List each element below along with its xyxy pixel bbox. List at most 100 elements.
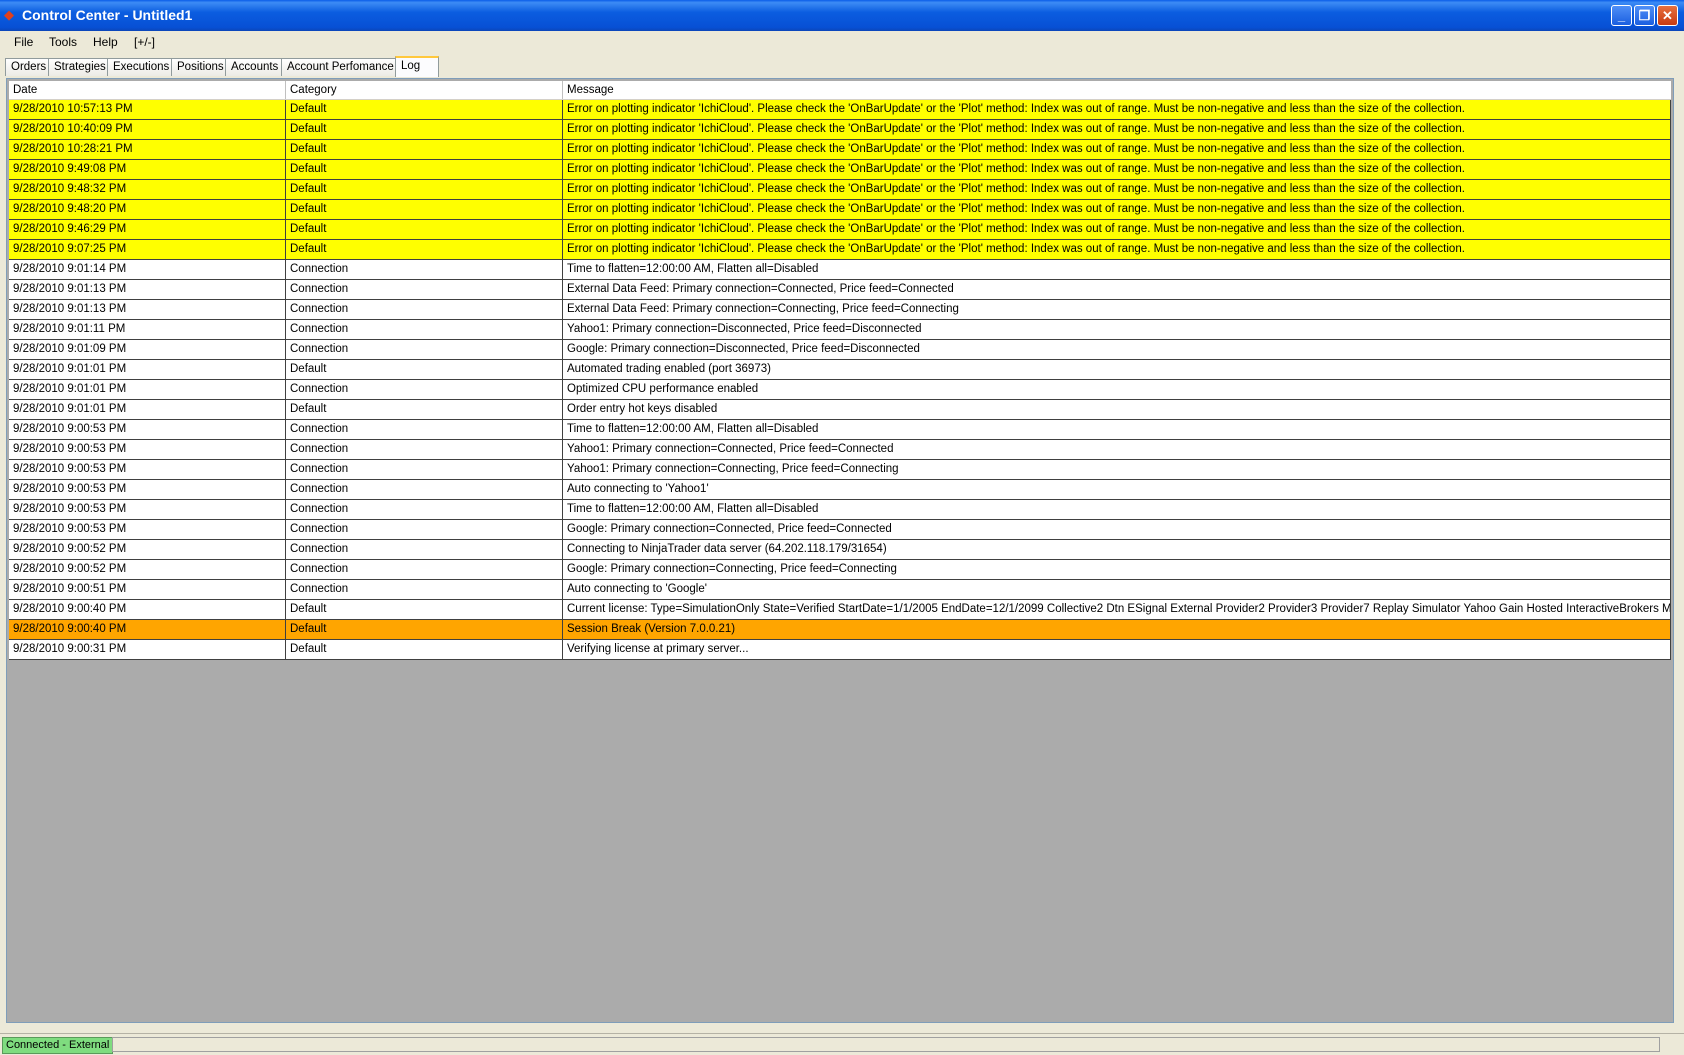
- tab-orders[interactable]: Orders: [5, 58, 53, 76]
- tab-log[interactable]: Log: [395, 56, 439, 77]
- log-message-cell: Time to flatten=12:00:00 AM, Flatten all…: [563, 260, 1671, 279]
- log-date-cell: 9/28/2010 10:40:09 PM: [9, 120, 286, 139]
- table-row[interactable]: 9/28/2010 9:00:31 PM Default Verifying lic…: [9, 640, 1671, 660]
- table-row[interactable]: 9/28/2010 9:01:13 PM Connection External D…: [9, 300, 1671, 320]
- log-message-cell: Session Break (Version 7.0.0.21): [563, 620, 1671, 639]
- log-message-cell: Connecting to NinjaTrader data server (6…: [563, 540, 1671, 559]
- table-row[interactable]: 9/28/2010 10:57:13 PM Default Error on plo…: [9, 100, 1671, 120]
- log-date-cell: 9/28/2010 9:00:53 PM: [9, 460, 286, 479]
- log-date-cell: 9/28/2010 9:48:32 PM: [9, 180, 286, 199]
- log-category-cell: Default: [286, 200, 563, 219]
- log-message-cell: Yahoo1: Primary connection=Connecting, P…: [563, 460, 1671, 479]
- log-category-cell: Connection: [286, 300, 563, 319]
- table-row[interactable]: 9/28/2010 9:00:53 PM Connection Yahoo1: Pr…: [9, 460, 1671, 480]
- log-category-cell: Connection: [286, 320, 563, 339]
- status-bar: Connected - External: [0, 1033, 1684, 1055]
- table-row[interactable]: 9/28/2010 9:01:01 PM Connection Optimized …: [9, 380, 1671, 400]
- log-date-cell: 9/28/2010 9:01:01 PM: [9, 380, 286, 399]
- log-date-cell: 9/28/2010 9:01:14 PM: [9, 260, 286, 279]
- log-category-cell: Connection: [286, 340, 563, 359]
- log-date-cell: 9/28/2010 9:01:01 PM: [9, 400, 286, 419]
- table-row[interactable]: 9/28/2010 9:49:08 PM Default Error on plot…: [9, 160, 1671, 180]
- table-row[interactable]: 9/28/2010 9:01:11 PM Connection Yahoo1: Pr…: [9, 320, 1671, 340]
- log-date-cell: 9/28/2010 9:00:31 PM: [9, 640, 286, 659]
- menu-help[interactable]: Help: [93, 35, 118, 49]
- log-date-cell: 9/28/2010 9:01:09 PM: [9, 340, 286, 359]
- log-category-cell: Connection: [286, 280, 563, 299]
- log-date-cell: 9/28/2010 9:00:40 PM: [9, 620, 286, 639]
- column-header-message[interactable]: Message: [563, 81, 1671, 99]
- table-row[interactable]: 9/28/2010 9:00:40 PM Default Current licen…: [9, 600, 1671, 620]
- log-category-cell: Default: [286, 120, 563, 139]
- log-message-cell: Order entry hot keys disabled: [563, 400, 1671, 419]
- tab-strip: Orders Strategies Executions Positions A…: [0, 55, 1684, 77]
- menu-expand-collapse[interactable]: [+/-]: [134, 35, 155, 49]
- table-row[interactable]: 9/28/2010 9:00:53 PM Connection Google: Pr…: [9, 520, 1671, 540]
- table-row[interactable]: 9/28/2010 9:01:13 PM Connection External D…: [9, 280, 1671, 300]
- log-date-cell: 9/28/2010 9:01:13 PM: [9, 300, 286, 319]
- app-icon: ◆: [4, 7, 14, 22]
- table-row[interactable]: 9/28/2010 9:01:14 PM Connection Time to fl…: [9, 260, 1671, 280]
- table-row[interactable]: 9/28/2010 9:00:53 PM Connection Yahoo1: Pr…: [9, 440, 1671, 460]
- tab-positions[interactable]: Positions: [171, 58, 230, 76]
- log-category-cell: Default: [286, 220, 563, 239]
- log-message-cell: Current license: Type=SimulationOnly Sta…: [563, 600, 1671, 619]
- log-category-cell: Connection: [286, 500, 563, 519]
- menu-file[interactable]: File: [14, 35, 33, 49]
- tab-accounts[interactable]: Accounts: [225, 58, 285, 76]
- log-category-cell: Connection: [286, 460, 563, 479]
- restore-button[interactable]: ❐: [1634, 5, 1655, 26]
- log-category-cell: Default: [286, 400, 563, 419]
- log-message-cell: Error on plotting indicator 'IchiCloud'.…: [563, 240, 1671, 259]
- log-date-cell: 9/28/2010 9:01:01 PM: [9, 360, 286, 379]
- table-row[interactable]: 9/28/2010 9:07:25 PM Default Error on plot…: [9, 240, 1671, 260]
- table-row[interactable]: 9/28/2010 9:48:32 PM Default Error on plot…: [9, 180, 1671, 200]
- log-category-cell: Connection: [286, 560, 563, 579]
- tab-executions[interactable]: Executions: [107, 58, 176, 76]
- table-row[interactable]: 9/28/2010 9:00:51 PM Connection Auto conne…: [9, 580, 1671, 600]
- log-date-cell: 9/28/2010 9:00:52 PM: [9, 540, 286, 559]
- log-grid: Date Category Message 9/28/2010 10:57:13…: [6, 78, 1674, 1023]
- tab-strategies[interactable]: Strategies: [48, 58, 112, 76]
- title-bar[interactable]: ◆ Control Center - Untitled1 _ ❐ ✕: [0, 0, 1684, 31]
- minimize-button[interactable]: _: [1611, 5, 1632, 26]
- log-header: Date Category Message: [9, 81, 1671, 100]
- log-category-cell: Connection: [286, 380, 563, 399]
- table-row[interactable]: 9/28/2010 9:00:53 PM Connection Time to fl…: [9, 500, 1671, 520]
- table-row[interactable]: 9/28/2010 9:00:52 PM Connection Connecting…: [9, 540, 1671, 560]
- log-message-cell: External Data Feed: Primary connection=C…: [563, 300, 1671, 319]
- tab-account-performance[interactable]: Account Perfomance: [281, 58, 400, 76]
- menu-tools[interactable]: Tools: [49, 35, 77, 49]
- log-category-cell: Default: [286, 360, 563, 379]
- table-row[interactable]: 9/28/2010 9:01:01 PM Default Order entry h…: [9, 400, 1671, 420]
- log-date-cell: 9/28/2010 9:07:25 PM: [9, 240, 286, 259]
- log-message-cell: Error on plotting indicator 'IchiCloud'.…: [563, 140, 1671, 159]
- table-row[interactable]: 9/28/2010 9:00:40 PM Default Session Break…: [9, 620, 1671, 640]
- log-message-cell: External Data Feed: Primary connection=C…: [563, 280, 1671, 299]
- log-date-cell: 9/28/2010 9:46:29 PM: [9, 220, 286, 239]
- log-date-cell: 9/28/2010 9:00:53 PM: [9, 440, 286, 459]
- log-date-cell: 9/28/2010 9:49:08 PM: [9, 160, 286, 179]
- log-message-cell: Error on plotting indicator 'IchiCloud'.…: [563, 160, 1671, 179]
- log-category-cell: Default: [286, 160, 563, 179]
- log-message-cell: Optimized CPU performance enabled: [563, 380, 1671, 399]
- table-row[interactable]: 9/28/2010 9:48:20 PM Default Error on plot…: [9, 200, 1671, 220]
- column-header-category[interactable]: Category: [286, 81, 563, 99]
- log-message-cell: Error on plotting indicator 'IchiCloud'.…: [563, 220, 1671, 239]
- table-row[interactable]: 9/28/2010 9:01:09 PM Connection Google: Pr…: [9, 340, 1671, 360]
- log-category-cell: Connection: [286, 540, 563, 559]
- table-row[interactable]: 9/28/2010 9:00:53 PM Connection Auto conne…: [9, 480, 1671, 500]
- close-button[interactable]: ✕: [1657, 5, 1678, 26]
- table-row[interactable]: 9/28/2010 9:00:52 PM Connection Google: Pr…: [9, 560, 1671, 580]
- table-row[interactable]: 9/28/2010 9:46:29 PM Default Error on plot…: [9, 220, 1671, 240]
- connection-status: Connected - External: [2, 1037, 114, 1054]
- table-row[interactable]: 9/28/2010 10:28:21 PM Default Error on plo…: [9, 140, 1671, 160]
- table-row[interactable]: 9/28/2010 9:00:53 PM Connection Time to fl…: [9, 420, 1671, 440]
- log-category-cell: Connection: [286, 580, 563, 599]
- column-header-date[interactable]: Date: [9, 81, 286, 99]
- log-message-cell: Error on plotting indicator 'IchiCloud'.…: [563, 200, 1671, 219]
- log-category-cell: Default: [286, 600, 563, 619]
- table-row[interactable]: 9/28/2010 10:40:09 PM Default Error on plo…: [9, 120, 1671, 140]
- log-category-cell: Connection: [286, 480, 563, 499]
- table-row[interactable]: 9/28/2010 9:01:01 PM Default Automated tra…: [9, 360, 1671, 380]
